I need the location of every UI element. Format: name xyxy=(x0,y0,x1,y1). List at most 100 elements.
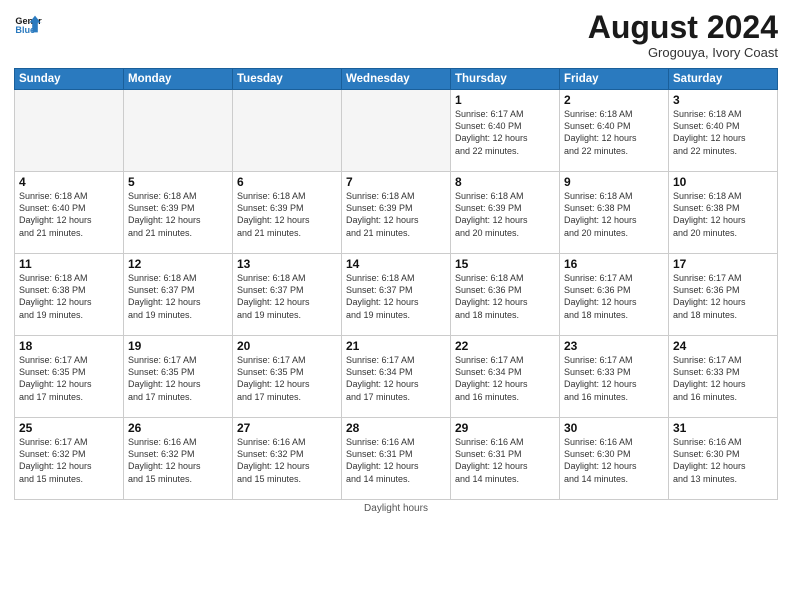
calendar-cell: 14Sunrise: 6:18 AM Sunset: 6:37 PM Dayli… xyxy=(342,254,451,336)
calendar-cell: 5Sunrise: 6:18 AM Sunset: 6:39 PM Daylig… xyxy=(124,172,233,254)
month-year-title: August 2024 xyxy=(588,10,778,45)
page-header: General Blue August 2024 Grogouya, Ivory… xyxy=(14,10,778,60)
day-info: Sunrise: 6:18 AM Sunset: 6:40 PM Dayligh… xyxy=(673,108,773,157)
day-number: 30 xyxy=(564,421,664,435)
day-number: 14 xyxy=(346,257,446,271)
day-number: 8 xyxy=(455,175,555,189)
svg-text:Blue: Blue xyxy=(15,25,35,35)
calendar-cell: 18Sunrise: 6:17 AM Sunset: 6:35 PM Dayli… xyxy=(15,336,124,418)
day-number: 13 xyxy=(237,257,337,271)
day-info: Sunrise: 6:18 AM Sunset: 6:37 PM Dayligh… xyxy=(128,272,228,321)
day-of-week-row: SundayMondayTuesdayWednesdayThursdayFrid… xyxy=(15,69,778,90)
day-info: Sunrise: 6:18 AM Sunset: 6:39 PM Dayligh… xyxy=(237,190,337,239)
day-info: Sunrise: 6:18 AM Sunset: 6:36 PM Dayligh… xyxy=(455,272,555,321)
day-info: Sunrise: 6:17 AM Sunset: 6:35 PM Dayligh… xyxy=(19,354,119,403)
day-info: Sunrise: 6:17 AM Sunset: 6:33 PM Dayligh… xyxy=(673,354,773,403)
day-number: 28 xyxy=(346,421,446,435)
day-info: Sunrise: 6:18 AM Sunset: 6:38 PM Dayligh… xyxy=(19,272,119,321)
day-number: 2 xyxy=(564,93,664,107)
calendar-cell: 24Sunrise: 6:17 AM Sunset: 6:33 PM Dayli… xyxy=(669,336,778,418)
day-number: 15 xyxy=(455,257,555,271)
day-number: 20 xyxy=(237,339,337,353)
day-info: Sunrise: 6:16 AM Sunset: 6:31 PM Dayligh… xyxy=(346,436,446,485)
calendar-cell: 7Sunrise: 6:18 AM Sunset: 6:39 PM Daylig… xyxy=(342,172,451,254)
day-number: 23 xyxy=(564,339,664,353)
day-info: Sunrise: 6:16 AM Sunset: 6:31 PM Dayligh… xyxy=(455,436,555,485)
calendar-cell: 31Sunrise: 6:16 AM Sunset: 6:30 PM Dayli… xyxy=(669,418,778,500)
week-row-4: 18Sunrise: 6:17 AM Sunset: 6:35 PM Dayli… xyxy=(15,336,778,418)
calendar-cell xyxy=(15,90,124,172)
day-number: 4 xyxy=(19,175,119,189)
calendar-cell: 6Sunrise: 6:18 AM Sunset: 6:39 PM Daylig… xyxy=(233,172,342,254)
dow-header-thursday: Thursday xyxy=(451,69,560,90)
calendar-cell: 30Sunrise: 6:16 AM Sunset: 6:30 PM Dayli… xyxy=(560,418,669,500)
logo-icon: General Blue xyxy=(14,10,42,38)
dow-header-sunday: Sunday xyxy=(15,69,124,90)
day-info: Sunrise: 6:17 AM Sunset: 6:36 PM Dayligh… xyxy=(564,272,664,321)
calendar-cell: 23Sunrise: 6:17 AM Sunset: 6:33 PM Dayli… xyxy=(560,336,669,418)
day-info: Sunrise: 6:18 AM Sunset: 6:37 PM Dayligh… xyxy=(237,272,337,321)
day-info: Sunrise: 6:18 AM Sunset: 6:39 PM Dayligh… xyxy=(128,190,228,239)
day-number: 25 xyxy=(19,421,119,435)
calendar-cell: 13Sunrise: 6:18 AM Sunset: 6:37 PM Dayli… xyxy=(233,254,342,336)
day-info: Sunrise: 6:18 AM Sunset: 6:39 PM Dayligh… xyxy=(346,190,446,239)
day-number: 21 xyxy=(346,339,446,353)
location-subtitle: Grogouya, Ivory Coast xyxy=(588,45,778,60)
dow-header-tuesday: Tuesday xyxy=(233,69,342,90)
calendar-cell: 22Sunrise: 6:17 AM Sunset: 6:34 PM Dayli… xyxy=(451,336,560,418)
day-number: 11 xyxy=(19,257,119,271)
day-info: Sunrise: 6:18 AM Sunset: 6:40 PM Dayligh… xyxy=(19,190,119,239)
day-info: Sunrise: 6:17 AM Sunset: 6:35 PM Dayligh… xyxy=(237,354,337,403)
calendar-cell: 25Sunrise: 6:17 AM Sunset: 6:32 PM Dayli… xyxy=(15,418,124,500)
dow-header-monday: Monday xyxy=(124,69,233,90)
day-number: 6 xyxy=(237,175,337,189)
day-info: Sunrise: 6:17 AM Sunset: 6:33 PM Dayligh… xyxy=(564,354,664,403)
day-number: 5 xyxy=(128,175,228,189)
calendar-cell: 17Sunrise: 6:17 AM Sunset: 6:36 PM Dayli… xyxy=(669,254,778,336)
calendar-cell: 29Sunrise: 6:16 AM Sunset: 6:31 PM Dayli… xyxy=(451,418,560,500)
week-row-1: 1Sunrise: 6:17 AM Sunset: 6:40 PM Daylig… xyxy=(15,90,778,172)
day-number: 16 xyxy=(564,257,664,271)
day-info: Sunrise: 6:18 AM Sunset: 6:40 PM Dayligh… xyxy=(564,108,664,157)
day-info: Sunrise: 6:17 AM Sunset: 6:34 PM Dayligh… xyxy=(455,354,555,403)
day-info: Sunrise: 6:18 AM Sunset: 6:37 PM Dayligh… xyxy=(346,272,446,321)
day-info: Sunrise: 6:17 AM Sunset: 6:34 PM Dayligh… xyxy=(346,354,446,403)
day-number: 17 xyxy=(673,257,773,271)
calendar-cell: 4Sunrise: 6:18 AM Sunset: 6:40 PM Daylig… xyxy=(15,172,124,254)
day-info: Sunrise: 6:18 AM Sunset: 6:38 PM Dayligh… xyxy=(673,190,773,239)
calendar-cell xyxy=(342,90,451,172)
footer-note: Daylight hours xyxy=(14,503,778,514)
calendar-cell: 28Sunrise: 6:16 AM Sunset: 6:31 PM Dayli… xyxy=(342,418,451,500)
calendar-cell: 27Sunrise: 6:16 AM Sunset: 6:32 PM Dayli… xyxy=(233,418,342,500)
logo: General Blue xyxy=(14,10,42,38)
day-number: 31 xyxy=(673,421,773,435)
day-number: 27 xyxy=(237,421,337,435)
day-number: 9 xyxy=(564,175,664,189)
calendar-cell: 26Sunrise: 6:16 AM Sunset: 6:32 PM Dayli… xyxy=(124,418,233,500)
title-block: August 2024 Grogouya, Ivory Coast xyxy=(588,10,778,60)
day-number: 26 xyxy=(128,421,228,435)
calendar-cell: 8Sunrise: 6:18 AM Sunset: 6:39 PM Daylig… xyxy=(451,172,560,254)
day-info: Sunrise: 6:16 AM Sunset: 6:32 PM Dayligh… xyxy=(128,436,228,485)
calendar-table: SundayMondayTuesdayWednesdayThursdayFrid… xyxy=(14,68,778,500)
day-number: 12 xyxy=(128,257,228,271)
day-number: 1 xyxy=(455,93,555,107)
week-row-5: 25Sunrise: 6:17 AM Sunset: 6:32 PM Dayli… xyxy=(15,418,778,500)
calendar-cell: 3Sunrise: 6:18 AM Sunset: 6:40 PM Daylig… xyxy=(669,90,778,172)
calendar-cell: 1Sunrise: 6:17 AM Sunset: 6:40 PM Daylig… xyxy=(451,90,560,172)
calendar-cell: 11Sunrise: 6:18 AM Sunset: 6:38 PM Dayli… xyxy=(15,254,124,336)
calendar-cell: 19Sunrise: 6:17 AM Sunset: 6:35 PM Dayli… xyxy=(124,336,233,418)
week-row-3: 11Sunrise: 6:18 AM Sunset: 6:38 PM Dayli… xyxy=(15,254,778,336)
day-number: 18 xyxy=(19,339,119,353)
day-info: Sunrise: 6:18 AM Sunset: 6:39 PM Dayligh… xyxy=(455,190,555,239)
calendar-cell: 20Sunrise: 6:17 AM Sunset: 6:35 PM Dayli… xyxy=(233,336,342,418)
calendar-cell: 9Sunrise: 6:18 AM Sunset: 6:38 PM Daylig… xyxy=(560,172,669,254)
day-number: 7 xyxy=(346,175,446,189)
day-info: Sunrise: 6:18 AM Sunset: 6:38 PM Dayligh… xyxy=(564,190,664,239)
day-info: Sunrise: 6:17 AM Sunset: 6:35 PM Dayligh… xyxy=(128,354,228,403)
calendar-cell: 15Sunrise: 6:18 AM Sunset: 6:36 PM Dayli… xyxy=(451,254,560,336)
dow-header-friday: Friday xyxy=(560,69,669,90)
calendar-cell: 12Sunrise: 6:18 AM Sunset: 6:37 PM Dayli… xyxy=(124,254,233,336)
week-row-2: 4Sunrise: 6:18 AM Sunset: 6:40 PM Daylig… xyxy=(15,172,778,254)
calendar-cell: 2Sunrise: 6:18 AM Sunset: 6:40 PM Daylig… xyxy=(560,90,669,172)
